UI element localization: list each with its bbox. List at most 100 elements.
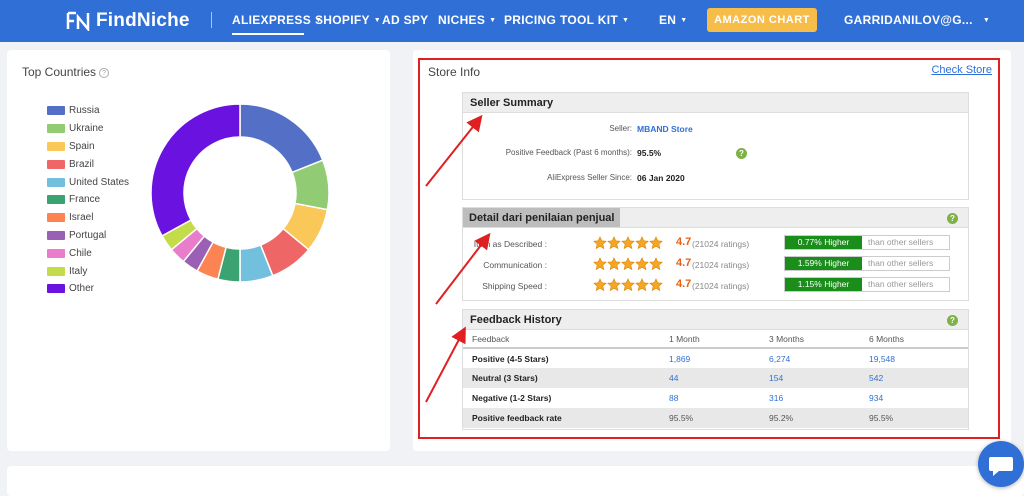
nav-niches[interactable]: NICHES ▼ <box>438 13 496 27</box>
nav-active-indicator <box>232 33 304 35</box>
comparison-value: 0.77% Higher <box>785 236 862 249</box>
donut-slice-other[interactable] <box>150 103 241 237</box>
rating-count: (21024 ratings) <box>692 281 750 291</box>
star-icon <box>635 257 649 276</box>
star-rating <box>593 278 663 297</box>
seller-name-link[interactable]: MBAND Store <box>637 124 693 134</box>
star-icon <box>621 257 635 276</box>
findniche-logo[interactable]: FindNiche <box>66 9 190 33</box>
legend-label: Ukraine <box>69 123 104 135</box>
table-cell: Neutral (3 Stars) <box>463 368 660 388</box>
legend-swatch <box>47 124 65 134</box>
star-rating <box>593 257 663 276</box>
table-cell[interactable]: 6,274 <box>760 348 860 368</box>
bottom-card <box>7 466 1024 496</box>
rating-count: (21024 ratings) <box>692 260 750 270</box>
language-selector[interactable]: EN ▼ <box>659 13 688 27</box>
rating-value: 4.7 <box>676 278 692 290</box>
legend-label: Brazil <box>69 158 95 170</box>
rating-row: Item as Described : 4.7 (21024 ratings) 0.7… <box>463 234 968 254</box>
help-icon[interactable]: ? <box>947 315 958 326</box>
rating-value: 4.7 <box>676 236 692 248</box>
legend-label: Israel <box>69 212 94 224</box>
positive-feedback-value: 95.5% <box>637 148 662 158</box>
legend-item[interactable]: France <box>47 191 129 209</box>
table-cell[interactable]: 44 <box>660 368 760 388</box>
caret-down-icon: ▼ <box>621 17 630 24</box>
column-header: 6 Months <box>860 331 968 349</box>
legend-item[interactable]: Italy <box>47 262 129 280</box>
legend-item[interactable]: Portugal <box>47 227 129 245</box>
table-cell: Negative (1-2 Stars) <box>472 393 552 403</box>
user-account-menu[interactable]: GARRIDANILOV@G... ▼ <box>844 13 990 27</box>
nav-pricing[interactable]: PRICING <box>504 13 556 27</box>
table-cell[interactable]: 1,869 <box>660 348 760 368</box>
nav-divider <box>211 12 212 28</box>
amazon-chart-button[interactable]: AMAZON CHART <box>707 8 817 32</box>
store-info-title: Store Info <box>428 65 481 79</box>
legend-item[interactable]: Chile <box>47 244 129 262</box>
table-cell: 95.5% <box>860 408 968 428</box>
legend-swatch <box>47 284 65 294</box>
legend-label: Russia <box>69 105 100 117</box>
table-cell[interactable]: 154 <box>760 368 860 388</box>
top-countries-donut-chart <box>150 103 330 283</box>
table-header-row: Feedback 1 Month 3 Months 6 Months <box>463 331 968 349</box>
seller-summary-title: Seller Summary <box>463 93 968 113</box>
legend-swatch <box>47 106 65 116</box>
legend-item[interactable]: Other <box>47 280 129 298</box>
caret-down-icon: ▼ <box>489 17 497 24</box>
rating-row: Shipping Speed : 4.7 (21024 ratings) 1.15% … <box>463 276 968 296</box>
nav-aliexpress[interactable]: ALIEXPRESS ▼ <box>232 13 322 27</box>
table-cell[interactable]: 542 <box>860 368 968 388</box>
comparison-box: 0.77% Higher than other sellers <box>784 235 950 250</box>
table-cell: 95.5% <box>660 408 760 428</box>
nav-ad-spy-label: AD SPY <box>382 13 429 27</box>
nav-niches-label: NICHES <box>438 13 486 27</box>
legend-item[interactable]: United States <box>47 173 129 191</box>
legend-item[interactable]: Spain <box>47 138 129 156</box>
table-cell[interactable]: 19,548 <box>860 348 968 368</box>
column-header: Feedback <box>463 331 660 349</box>
seller-label: Seller: <box>609 124 632 133</box>
legend-item[interactable]: Ukraine <box>47 120 129 138</box>
star-icon <box>593 236 607 255</box>
table-row: Negative (1-2 Stars) 88 316 934 <box>463 388 968 408</box>
legend-swatch <box>47 230 65 240</box>
legend-item[interactable]: Brazil <box>47 155 129 173</box>
user-email: GARRIDANILOV@G... <box>844 13 973 27</box>
comparison-box: 1.15% Higher than other sellers <box>784 277 950 292</box>
nav-ad-spy[interactable]: AD SPY <box>382 13 428 27</box>
comparison-text: than other sellers <box>868 237 934 247</box>
feedback-history-panel: Feedback History ? Feedback 1 Month 3 Mo… <box>462 309 969 430</box>
rating-label: Communication : <box>483 260 547 270</box>
legend-item[interactable]: Israel <box>47 209 129 227</box>
top-countries-title: Top Countries? <box>22 65 110 79</box>
legend-swatch <box>47 177 65 187</box>
comparison-value: 1.59% Higher <box>785 257 862 270</box>
help-icon[interactable]: ? <box>947 213 958 224</box>
chat-button[interactable] <box>978 441 1024 487</box>
nav-shopify-label: SHOPIFY <box>315 13 370 27</box>
table-cell[interactable]: 88 <box>660 388 760 408</box>
help-icon[interactable]: ? <box>736 148 747 159</box>
question-circle-icon[interactable]: ? <box>99 68 110 78</box>
legend-swatch <box>47 195 65 205</box>
donut-slice-russia[interactable] <box>239 103 324 174</box>
star-icon <box>635 278 649 297</box>
comparison-value: 1.15% Higher <box>785 278 862 291</box>
star-rating <box>593 236 663 255</box>
feedback-history-title: Feedback History <box>470 314 562 326</box>
seller-since-value: 06 Jan 2020 <box>637 173 685 183</box>
seller-since-label: AliExpress Seller Since: <box>547 173 632 182</box>
nav-tool-kit[interactable]: TOOL KIT ▼ <box>560 13 629 27</box>
legend-item[interactable]: Russia <box>47 102 129 120</box>
table-cell[interactable]: 934 <box>860 388 968 408</box>
rating-row: Communication : 4.7 (21024 ratings) 1.59% H… <box>463 255 968 275</box>
legend-swatch <box>47 248 65 258</box>
nav-shopify[interactable]: SHOPIFY ▼ <box>315 13 381 27</box>
table-cell[interactable]: 316 <box>760 388 860 408</box>
rating-count: (21024 ratings) <box>692 239 750 249</box>
column-header: 1 Month <box>660 331 760 349</box>
check-store-link[interactable]: Check Store <box>931 64 992 76</box>
